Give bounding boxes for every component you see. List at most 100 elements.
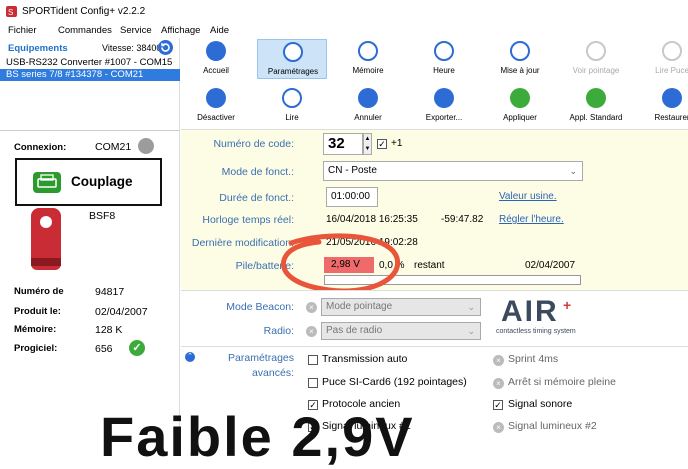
- code-plus-label: +1: [391, 138, 403, 149]
- pile-restant-label: restant: [414, 260, 445, 271]
- home-icon: [206, 41, 226, 61]
- beacon-mode-value: Mode pointage: [326, 301, 393, 312]
- beacon-mode-select[interactable]: Mode pointage ⌄: [321, 298, 481, 316]
- regler-heure-link[interactable]: Régler l'heure.: [499, 214, 564, 225]
- toolbar-appliquer-button[interactable]: Appliquer: [485, 86, 555, 126]
- info-value-memoire: 128 K: [95, 324, 123, 336]
- horloge-value: 16/04/2018 16:25:35: [326, 214, 418, 225]
- station-image: [31, 208, 61, 270]
- sidebar: Equipements Vitesse: 38400 USB-RS232 Con…: [0, 38, 180, 434]
- disabled-x-icon: ×: [306, 302, 317, 313]
- mode-select-value: CN - Poste: [328, 165, 377, 176]
- toolbar-lire-button[interactable]: Lire: [257, 86, 327, 126]
- toolbar-exporter-button[interactable]: Exporter...: [409, 86, 479, 126]
- toolbar-accueil-button[interactable]: Accueil: [181, 39, 251, 79]
- arret-memoire-label: Arrêt si mémoire pleine: [508, 376, 616, 388]
- restore-icon: [662, 88, 682, 108]
- radio-select[interactable]: Pas de radio ⌄: [321, 322, 481, 340]
- toolbar-desactiver-button[interactable]: Désactiver: [181, 86, 251, 126]
- read-chip-icon: [662, 41, 682, 61]
- valeur-usine-link[interactable]: Valeur usine.: [499, 191, 557, 202]
- view-punch-icon: [586, 41, 606, 61]
- couplage-button[interactable]: Couplage: [15, 158, 162, 206]
- info-label-memoire: Mémoire:: [14, 324, 57, 335]
- menu-aide[interactable]: Aide: [210, 25, 229, 36]
- menu-service[interactable]: Service: [120, 25, 152, 36]
- toolbar-mise-a-jour-label: Mise à jour: [500, 66, 540, 75]
- signal-sonore-label: Signal sonore: [508, 398, 573, 410]
- transmission-auto-checkbox[interactable]: [308, 355, 318, 365]
- code-input[interactable]: 32: [323, 133, 363, 155]
- sidebar-divider: [0, 130, 180, 131]
- toolbar-restaurer-label: Restaurer: [654, 113, 688, 122]
- pile-date-value: 02/04/2007: [525, 260, 576, 271]
- toolbar-appl-standard-button[interactable]: Appl. Standard: [561, 86, 631, 126]
- code-label: Numéro de code:: [213, 138, 294, 150]
- toolbar-restaurer-button[interactable]: Restaurer: [637, 86, 688, 126]
- toolbar-memoire-label: Mémoire: [352, 66, 384, 75]
- model-label: BSF8: [89, 210, 116, 222]
- app-logo-icon: S: [6, 6, 17, 17]
- disabled-x-icon: ×: [306, 326, 317, 337]
- advanced-label-1: Paramétrages: [228, 352, 294, 364]
- menu-bar: Fichier Commandes Service Affichage Aide: [0, 22, 688, 38]
- menu-affichage[interactable]: Affichage: [161, 25, 200, 36]
- code-plus-checkbox[interactable]: ✓: [377, 139, 387, 149]
- title-bar: S SPORTident Config+ v2.2.2: [0, 0, 688, 22]
- couplage-label: Couplage: [71, 174, 133, 189]
- code-stepper[interactable]: ▲ ▼: [363, 133, 372, 155]
- toolbar: Accueil Paramétrages Mémoire Heure Mise …: [181, 38, 688, 130]
- connexion-value: COM21: [95, 141, 132, 153]
- toolbar-lire-label: Lire: [285, 113, 299, 122]
- station-hole-icon: [40, 216, 52, 228]
- horloge-label: Horloge temps réel:: [202, 214, 294, 226]
- refresh-icon[interactable]: [158, 40, 173, 55]
- mode-select[interactable]: CN - Poste ⌄: [323, 161, 583, 181]
- collapse-icon[interactable]: ⌃: [185, 352, 195, 362]
- connection-status-icon: [138, 138, 154, 154]
- apply-standard-icon: [586, 88, 606, 108]
- toolbar-lire-puce-button[interactable]: Lire Puce: [637, 39, 688, 79]
- toolbar-heure-label: Heure: [433, 66, 455, 75]
- toolbar-exporter-label: Exporter...: [425, 113, 463, 122]
- mode-label: Mode de fonct.:: [221, 166, 294, 178]
- toolbar-annuler-button[interactable]: Annuler: [333, 86, 403, 126]
- apply-check-icon: [510, 88, 530, 108]
- disabled-x-icon: ×: [493, 355, 504, 366]
- device-item-bs[interactable]: BS series 7/8 #134378 - COM21: [0, 69, 180, 81]
- toolbar-voir-pointage-button[interactable]: Voir pointage: [561, 39, 631, 79]
- signal-sonore-checkbox[interactable]: ✓: [493, 400, 503, 410]
- info-value-numero: 94817: [95, 286, 125, 298]
- advanced-label-2: avancés:: [251, 367, 294, 379]
- firmware-ok-icon: ✓: [129, 340, 145, 356]
- window-title: SPORTident Config+ v2.2.2: [22, 6, 146, 17]
- menu-commandes[interactable]: Commandes: [58, 25, 112, 36]
- air-logo: AIR + contactless timing system: [496, 295, 596, 339]
- toolbar-accueil-label: Accueil: [203, 66, 229, 75]
- menu-fichier[interactable]: Fichier: [8, 25, 37, 36]
- chevron-down-icon: ⌄: [467, 302, 475, 312]
- toolbar-voir-pointage-label: Voir pointage: [572, 66, 620, 75]
- signal-lumineux-2-label: Signal lumineux #2: [508, 420, 597, 432]
- info-label-progiciel: Progiciel:: [14, 343, 58, 354]
- red-circle-annotation: [280, 233, 401, 294]
- settings-panel: Numéro de code: 32 ▲ ▼ ✓ +1 Mode de fonct…: [181, 130, 688, 294]
- power-icon: [206, 88, 226, 108]
- info-label-produit: Produit le:: [14, 306, 61, 317]
- toolbar-mise-a-jour-button[interactable]: Mise à jour: [485, 39, 555, 79]
- toolbar-lire-puce-label: Lire Puce: [655, 66, 688, 75]
- si-card6-checkbox[interactable]: [308, 378, 318, 388]
- info-label-numero: Numéro de: [14, 286, 64, 297]
- overlay-caption: Faible 2,9V: [100, 405, 415, 468]
- transmission-auto-label: Transmission auto: [322, 353, 408, 365]
- toolbar-memoire-button[interactable]: Mémoire: [333, 39, 403, 79]
- disabled-x-icon: ×: [493, 378, 504, 389]
- duree-input[interactable]: 01:00:00: [326, 187, 378, 207]
- device-item-usb[interactable]: USB-RS232 Converter #1007 - COM15: [0, 57, 180, 69]
- export-icon: [434, 88, 454, 108]
- toolbar-parametrages-button[interactable]: Paramétrages: [257, 39, 327, 79]
- disabled-x-icon: ×: [493, 422, 504, 433]
- toolbar-desactiver-label: Désactiver: [197, 113, 235, 122]
- connexion-label: Connexion:: [14, 142, 67, 153]
- toolbar-heure-button[interactable]: Heure: [409, 39, 479, 79]
